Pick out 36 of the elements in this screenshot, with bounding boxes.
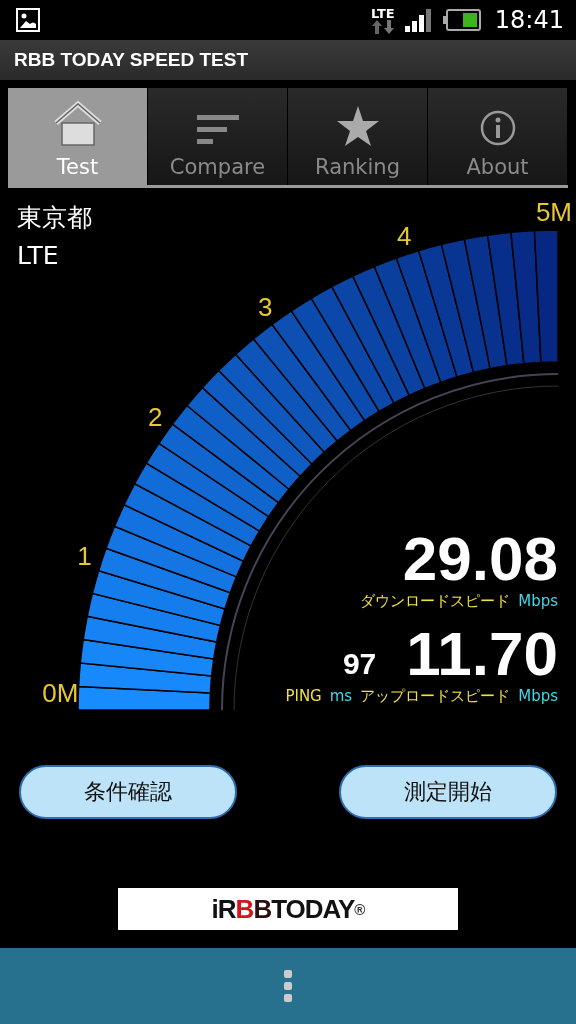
scale-label: 3: [258, 292, 273, 323]
home-icon: [52, 101, 103, 147]
overflow-menu-icon[interactable]: [283, 969, 293, 1003]
scale-label: 5M: [535, 197, 572, 228]
network-label: LTE: [17, 240, 60, 272]
lines-icon: [194, 113, 241, 147]
download-speed: 29.08: [402, 526, 558, 592]
brand-logo: iRBBTODAY®: [118, 888, 458, 930]
network-type: LTE: [370, 6, 395, 20]
tab[interactable]: About: [428, 88, 568, 185]
scale-label: 1: [77, 541, 92, 572]
scale-label: 4: [396, 221, 412, 252]
action-button[interactable]: 測定開始: [339, 765, 557, 819]
ping-value: 97: [342, 647, 377, 681]
unit-label: Mbps: [518, 687, 558, 706]
unit-label: ms: [329, 687, 353, 706]
data-arrows-icon: [370, 19, 395, 34]
scale-label: 0M: [42, 677, 79, 708]
info-icon: [478, 109, 517, 147]
unit-label: Mbps: [518, 592, 558, 611]
picture-notification-icon: [16, 8, 40, 32]
star-icon: [335, 105, 380, 147]
clock: 18:41: [494, 6, 564, 34]
upload-speed: 11.70: [406, 621, 558, 687]
ping-label: PING: [285, 687, 322, 706]
tab[interactable]: Ranking: [288, 88, 428, 185]
region-label: 東京都: [17, 202, 92, 234]
signal-icon: [404, 8, 433, 32]
tab[interactable]: Test: [8, 88, 148, 185]
app-title: RBB TODAY SPEED TEST: [14, 49, 249, 71]
action-button[interactable]: 条件確認: [19, 765, 237, 819]
tab[interactable]: Compare: [148, 88, 288, 185]
download-label: ダウンロードスピード: [360, 592, 511, 611]
battery-icon: [442, 9, 481, 31]
scale-label: 2: [147, 402, 163, 433]
upload-label: アップロードスピード: [360, 687, 511, 706]
